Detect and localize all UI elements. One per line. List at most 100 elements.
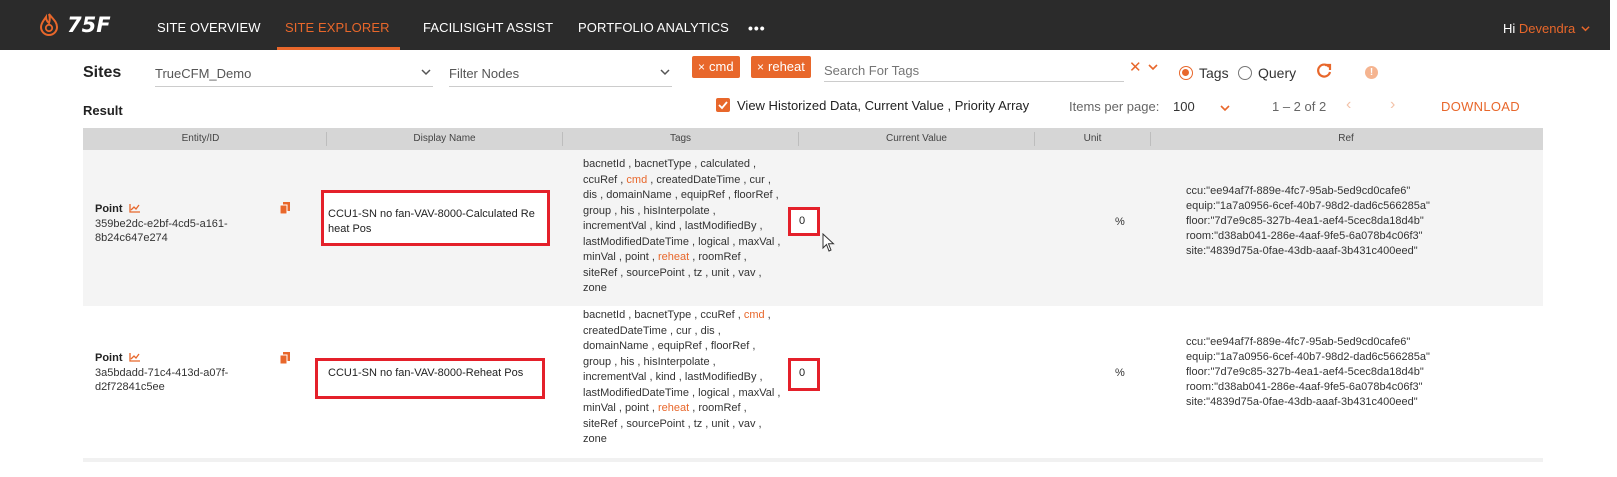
ref-line: equip:"1a7a0956-6cef-40b7-98d2-dad6c5662… — [1186, 351, 1430, 363]
page-range-label: 1 – 2 of 2 — [1272, 99, 1327, 114]
entity-id-line: 8b24c647e274 — [95, 232, 168, 244]
logo[interactable]: 75F — [36, 12, 111, 38]
table-header: Entity/ID Display Name Tags Current Valu… — [83, 128, 1543, 150]
display-name-line: heat Pos — [328, 223, 372, 235]
tag-item: equipRef — [680, 189, 725, 201]
flame-logo-icon — [39, 13, 59, 36]
tag-item: kind — [655, 220, 676, 232]
display-name[interactable]: CCU1-SN no fan-VAV-8000-Calculated Re he… — [328, 207, 548, 237]
chevron-down-icon — [1581, 26, 1590, 32]
nav-facilisight-assist[interactable]: FACILISIGHT ASSIST — [423, 0, 553, 50]
mouse-cursor-icon — [822, 233, 835, 252]
column-header-display-name[interactable]: Display Name — [327, 128, 562, 150]
user-menu[interactable]: Hi Devendra — [1503, 21, 1590, 36]
remove-chip-icon[interactable]: × — [757, 60, 764, 74]
tag-item: group — [583, 204, 612, 217]
trend-chart-icon[interactable] — [129, 352, 141, 362]
next-page-button[interactable]: › — [1390, 96, 1395, 114]
chevron-down-icon[interactable] — [1220, 103, 1230, 113]
tag-line: zone — [583, 432, 818, 448]
unit: % — [1115, 216, 1125, 228]
nav-site-explorer[interactable]: SITE EXPLORER — [285, 0, 390, 50]
display-name[interactable]: CCU1-SN no fan-VAV-8000-Reheat Pos — [328, 366, 543, 381]
trend-chart-icon[interactable] — [129, 203, 141, 213]
tag-line: minVal , point , reheat , roomRef , — [583, 402, 747, 414]
clear-tags-icon[interactable]: ✕ — [1129, 58, 1142, 76]
items-per-page-label: Items per page: — [1069, 99, 1160, 114]
tag-chip-cmd[interactable]: × cmd — [692, 56, 740, 78]
query-mode-radio[interactable] — [1238, 66, 1252, 80]
ref-line: site:"4839d75a-0fae-43db-aaaf-3b431c400e… — [1186, 245, 1418, 257]
tag-item: siteRef — [583, 417, 618, 430]
more-menu-button[interactable]: ••• — [748, 20, 766, 36]
tag-item: logical — [698, 386, 730, 399]
sites-label: Sites — [83, 64, 122, 81]
tag-item: minVal — [583, 251, 616, 263]
nav-portfolio-analytics[interactable]: PORTFOLIO ANALYTICS — [578, 0, 729, 50]
items-per-page-select[interactable]: 100 — [1173, 99, 1195, 114]
chip-label: cmd — [709, 59, 734, 74]
ref-cell: ccu:"ee94af7f-889e-4fc7-95ab-5ed9cd0cafe… — [1186, 184, 1486, 259]
tag-line: minVal , point , reheat , roomRef , — [583, 251, 747, 263]
tag-line: bacnetId , bacnetType , calculated , — [583, 158, 757, 170]
tag-item: unit — [711, 417, 730, 430]
column-header-current-value[interactable]: Current Value — [799, 128, 1034, 150]
tag-item: reheat — [658, 251, 690, 263]
filter-nodes-select[interactable]: Filter Nodes — [449, 63, 672, 87]
top-nav-bar: 75F SITE OVERVIEW SITE EXPLORER FACILISI… — [0, 0, 1610, 50]
copy-icon[interactable] — [280, 202, 290, 214]
tag-item: group — [583, 355, 612, 368]
tag-line: createdDateTime , cur , dis , — [583, 324, 721, 337]
tag-item: floorRef — [710, 340, 750, 352]
site-select[interactable]: TrueCFM_Demo — [155, 63, 433, 87]
copy-icon[interactable] — [280, 352, 290, 364]
tag-line: siteRef , sourcePoint , tz , unit , vav … — [583, 417, 762, 430]
column-header-entity[interactable]: Entity/ID — [83, 128, 318, 150]
current-value[interactable]: 0 — [799, 215, 805, 227]
table-footer-divider — [83, 458, 1543, 462]
chevron-down-icon[interactable] — [1148, 62, 1158, 72]
tag-item: dis — [700, 324, 715, 337]
prev-page-button[interactable]: ‹ — [1346, 96, 1351, 114]
tag-line: group , his , hisInterpolate , — [583, 204, 716, 217]
refresh-icon[interactable] — [1315, 62, 1333, 80]
tag-item: equipRef — [657, 340, 702, 352]
tag-item: roomRef — [698, 402, 741, 414]
chevron-down-icon — [660, 69, 670, 76]
download-button[interactable]: DOWNLOAD — [1441, 99, 1520, 114]
entity-id-line: 3a5bdadd-71c4-413d-a07f- — [95, 367, 229, 379]
tag-item: domainName — [583, 340, 649, 352]
tag-line: zone — [583, 281, 818, 297]
active-tab-underline — [277, 47, 400, 50]
tag-item: logical — [698, 235, 730, 248]
tag-item: unit — [711, 266, 730, 279]
tag-item: tz — [693, 417, 703, 430]
tag-line: bacnetId , bacnetType , ccuRef , cmd , — [583, 309, 771, 321]
tag-item: lastModifiedBy — [684, 220, 757, 232]
chip-label: reheat — [768, 59, 805, 74]
tag-search-input[interactable] — [824, 60, 1124, 82]
tag-item: incrementVal — [583, 220, 647, 232]
entity-id: 3a5bdadd-71c4-413d-a07f- d2f72841c5ee — [95, 366, 265, 394]
remove-chip-icon[interactable]: × — [698, 60, 705, 74]
nav-site-overview[interactable]: SITE OVERVIEW — [157, 0, 261, 50]
tags-cell: bacnetId , bacnetType , calculated , ccu… — [583, 157, 818, 297]
tag-item: siteRef — [583, 266, 618, 279]
tag-line: domainName , equipRef , floorRef , — [583, 340, 756, 352]
historized-checkbox[interactable] — [716, 98, 730, 112]
tag-item: lastModifiedBy — [684, 371, 757, 383]
column-header-tags[interactable]: Tags — [563, 128, 798, 150]
tag-chip-reheat[interactable]: × reheat — [751, 56, 811, 78]
info-icon[interactable]: ! — [1365, 66, 1378, 79]
tag-item: cur — [676, 324, 692, 337]
tag-item: maxVal — [738, 386, 775, 399]
tag-line: incrementVal , kind , lastModifiedBy , — [583, 220, 763, 232]
tag-item: dis — [583, 189, 598, 201]
column-header-unit[interactable]: Unit — [1035, 128, 1150, 150]
column-header-ref[interactable]: Ref — [1151, 128, 1541, 150]
tags-mode-radio[interactable] — [1179, 66, 1193, 80]
ref-cell: ccu:"ee94af7f-889e-4fc7-95ab-5ed9cd0cafe… — [1186, 335, 1486, 410]
table-row: Point 359be2dc-e2bf-4cd5-a161- 8b24c647e… — [83, 150, 1543, 306]
current-value[interactable]: 0 — [799, 367, 805, 379]
tags-mode-label: Tags — [1199, 65, 1229, 81]
